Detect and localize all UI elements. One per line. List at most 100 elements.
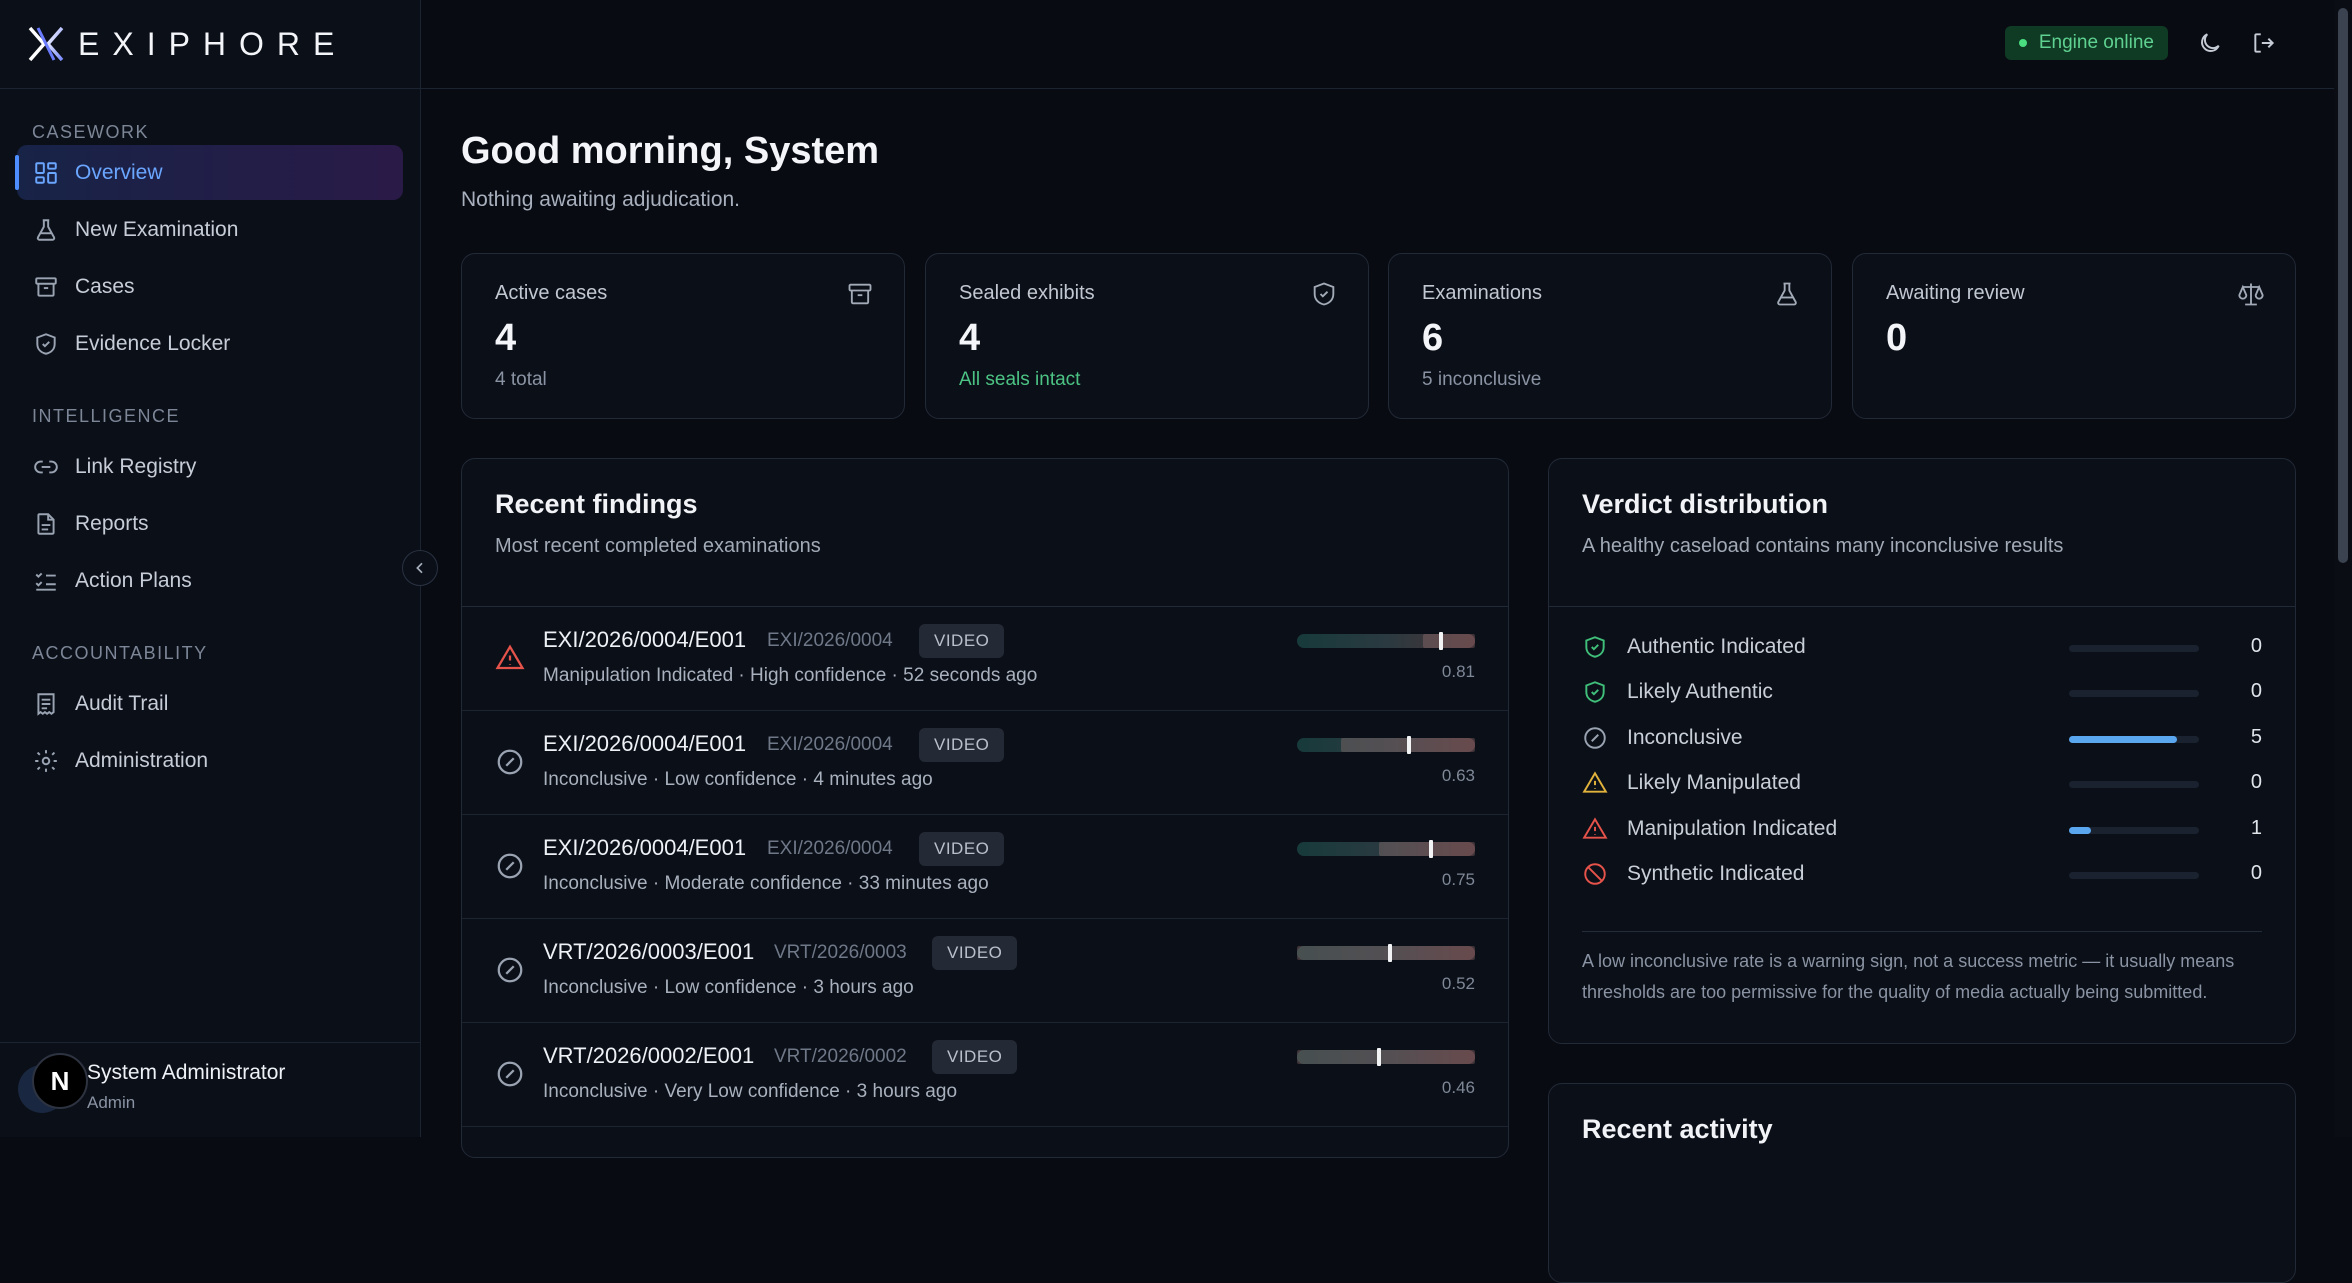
stat-card-awaiting-review[interactable]: Awaiting review 0: [1852, 253, 2296, 419]
inconclusive-icon: [1584, 727, 1606, 749]
verdict-row-inconclusive[interactable]: Inconclusive 5: [1582, 719, 2262, 759]
user-menu[interactable]: N System Administrator Admin: [0, 1042, 420, 1137]
stat-value: 4: [495, 317, 517, 359]
media-badge: VIDEO: [919, 728, 1005, 762]
verdict-row-manipulation-indicated[interactable]: Manipulation Indicated 1: [1582, 810, 2262, 850]
finding-row[interactable]: EXI/2026/0004/E001 EXI/2026/0004 VIDEO I…: [462, 711, 1508, 815]
finding-status: Manipulation Indicated · High confidence…: [543, 665, 1038, 686]
nav-section-intelligence: INTELLIGENCE: [32, 406, 181, 426]
logout-icon[interactable]: [2251, 30, 2277, 56]
shield-check-icon: [1585, 681, 1605, 703]
verdict-label: Inconclusive: [1627, 726, 1743, 749]
stat-card-sealed-exhibits[interactable]: Sealed exhibits 4 All seals intact: [925, 253, 1369, 419]
verdict-bar-fill: [2069, 827, 2091, 834]
verdict-row-authentic-indicated[interactable]: Authentic Indicated 0: [1582, 628, 2262, 668]
stat-card-active-cases[interactable]: Active cases 4 4 total: [461, 253, 905, 419]
confidence-bar: [1297, 944, 1475, 962]
verdict-label: Synthetic Indicated: [1627, 862, 1805, 885]
finding-case: VRT/2026/0003: [774, 942, 907, 963]
sidebar-item-new-examination[interactable]: New Examination: [17, 202, 403, 257]
sidebar-item-label: Overview: [75, 160, 163, 184]
panel-subtitle: Most recent completed examinations: [495, 535, 821, 557]
finding-case: EXI/2026/0004: [767, 630, 893, 651]
finding-row[interactable]: VRT/2026/0002/E001 VRT/2026/0002 VIDEO I…: [462, 1023, 1508, 1127]
shield-check-icon: [1585, 636, 1605, 658]
confidence-marker: [1387, 944, 1392, 962]
page-title: Good morning, System: [461, 130, 880, 172]
n-badge-icon[interactable]: N: [32, 1053, 88, 1109]
stat-sub: All seals intact: [959, 369, 1081, 390]
shield-icon: [36, 332, 56, 355]
page-subtitle: Nothing awaiting adjudication.: [461, 188, 741, 211]
finding-id: EXI/2026/0004/E001: [543, 835, 747, 860]
stat-label: Sealed exhibits: [959, 282, 1095, 304]
confidence-bar: [1297, 840, 1475, 858]
stat-card-examinations[interactable]: Examinations 6 5 inconclusive: [1388, 253, 1832, 419]
flask-icon: [36, 218, 56, 241]
confidence-range: [1423, 634, 1475, 648]
verdict-count: 0: [2250, 771, 2262, 793]
finding-id: EXI/2026/0004/E001: [543, 627, 747, 652]
verdict-count: 1: [2250, 817, 2262, 839]
finding-id: EXI/2026/0004/E001: [543, 731, 747, 756]
verdict-row-likely-authentic[interactable]: Likely Authentic 0: [1582, 673, 2262, 713]
moon-icon[interactable]: [2197, 30, 2223, 56]
stat-label: Active cases: [495, 282, 608, 304]
confidence-bar: [1297, 1048, 1475, 1066]
verdict-bar-fill: [2069, 736, 2178, 743]
sidebar-item-audit-trail[interactable]: Audit Trail: [17, 676, 403, 731]
media-badge: VIDEO: [919, 624, 1005, 658]
scrollbar[interactable]: [2334, 0, 2352, 1137]
finding-status: Inconclusive · Low confidence · 3 hours …: [543, 977, 914, 998]
verdict-count: 0: [2250, 680, 2262, 702]
verdict-count: 0: [2250, 862, 2262, 884]
inconclusive-icon: [497, 749, 523, 775]
sidebar-item-link-registry[interactable]: Link Registry: [17, 439, 403, 494]
verdict-count: 0: [2250, 635, 2262, 657]
sidebar-item-reports[interactable]: Reports: [17, 496, 403, 551]
sidebar-item-action-plans[interactable]: Action Plans: [17, 553, 403, 608]
chevron-left-icon: [416, 562, 423, 574]
verdict-distribution-panel: Verdict distribution A healthy caseload …: [1548, 458, 2296, 1044]
sidebar-item-label: Action Plans: [75, 568, 192, 592]
nav-section-accountability: ACCOUNTABILITY: [32, 643, 208, 663]
sidebar-item-overview[interactable]: Overview: [15, 145, 403, 200]
warning-icon: [1582, 771, 1608, 793]
finding-row[interactable]: EXI/2026/0004/E001 EXI/2026/0004 VIDEO M…: [462, 607, 1508, 711]
finding-status: Inconclusive · Low confidence · 4 minute…: [543, 769, 933, 790]
confidence-range: [1297, 1050, 1475, 1064]
warning-icon: [495, 644, 525, 670]
warning-icon: [1582, 817, 1608, 839]
sidebar-item-administration[interactable]: Administration: [17, 733, 403, 788]
sidebar-item-evidence-locker[interactable]: Evidence Locker: [17, 316, 403, 371]
finding-row[interactable]: EXI/2026/0004/E001 EXI/2026/0004 VIDEO I…: [462, 815, 1508, 919]
verdict-bar: [2069, 690, 2199, 697]
finding-case: EXI/2026/0004: [767, 838, 893, 859]
user-role: Admin: [87, 1093, 136, 1112]
sidebar: EXIPHORE CASEWORK Overview New Examinati…: [0, 0, 421, 1137]
verdict-label: Likely Manipulated: [1627, 771, 1801, 794]
finding-case: EXI/2026/0004: [767, 734, 893, 755]
confidence-marker: [1439, 632, 1444, 650]
recent-activity-panel: Recent activity: [1548, 1083, 2296, 1283]
sidebar-item-cases[interactable]: Cases: [17, 259, 403, 314]
collapse-sidebar-button[interactable]: [402, 550, 438, 586]
engine-status-badge: Engine online: [2004, 26, 2168, 60]
brand: EXIPHORE: [0, 0, 420, 89]
stat-value: 6: [1422, 317, 1444, 359]
confidence-score: 0.46: [1441, 1078, 1475, 1097]
verdict-row-likely-manipulated[interactable]: Likely Manipulated 0: [1582, 764, 2262, 804]
inconclusive-icon: [497, 1061, 523, 1087]
finding-row[interactable]: VRT/2026/0003/E001 VRT/2026/0003 VIDEO I…: [462, 919, 1508, 1023]
sidebar-item-label: Link Registry: [75, 454, 197, 478]
sidebar-item-label: Audit Trail: [75, 691, 169, 715]
confidence-score: 0.63: [1441, 766, 1475, 785]
panel-title: Verdict distribution: [1582, 489, 1829, 519]
stat-value: 0: [1886, 317, 1908, 359]
scrollbar-thumb[interactable]: [2338, 8, 2348, 563]
flask-icon: [1777, 282, 1797, 306]
finding-id: VRT/2026/0002/E001: [543, 1043, 755, 1068]
verdict-row-synthetic-indicated[interactable]: Synthetic Indicated 0: [1582, 855, 2262, 895]
panel-title: Recent findings: [495, 489, 698, 519]
document-icon: [37, 512, 55, 535]
